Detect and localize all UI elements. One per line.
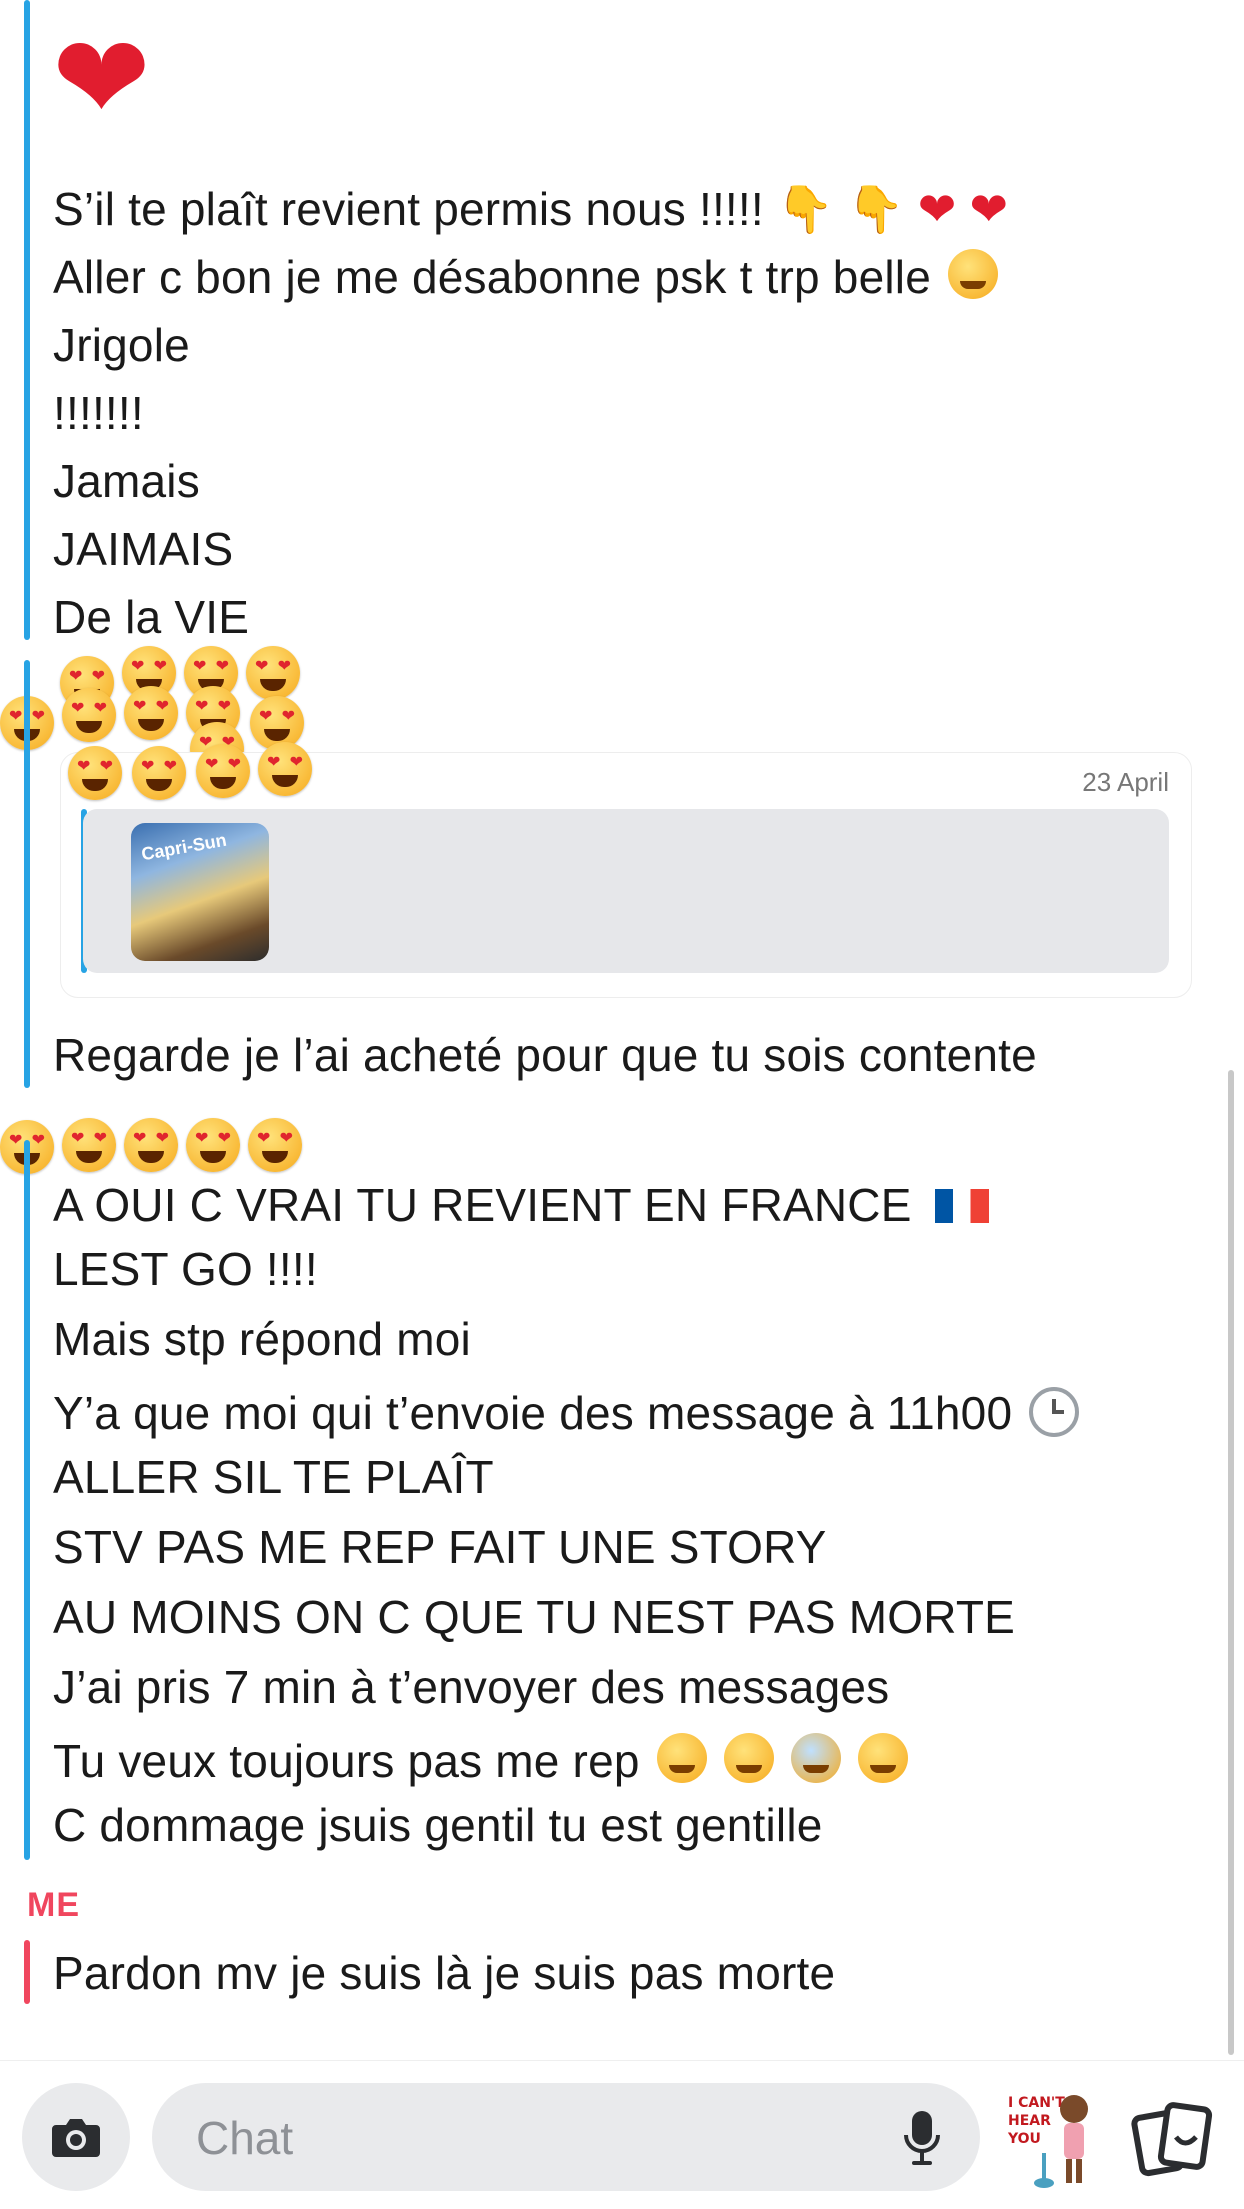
message-line: A OUI C VRAI TU REVIENT EN FRANCE xyxy=(53,1172,989,1238)
heart-eyes-icon xyxy=(196,744,250,798)
message-text: A OUI C VRAI TU REVIENT EN FRANCE xyxy=(53,1179,912,1231)
chat-thread: ❤ S’il te plaît revient permis nous !!!!… xyxy=(0,0,1244,2060)
camera-button[interactable] xyxy=(22,2083,130,2191)
heart-eyes-icon xyxy=(62,1118,116,1172)
microphone-icon[interactable] xyxy=(902,2109,942,2167)
heart-eyes-icon xyxy=(186,1118,240,1172)
heart-eyes-icon xyxy=(68,746,122,800)
heart-eyes-icon xyxy=(124,686,178,740)
message-line: S’il te plaît revient permis nous !!!!! … xyxy=(53,176,1008,242)
message-text: S’il te plaît revient permis nous !!!!! xyxy=(53,183,764,235)
thumbnail-label: Capri-Sun xyxy=(139,829,229,865)
heart-eyes-icon xyxy=(250,696,304,750)
cards-button[interactable] xyxy=(1130,2097,1214,2181)
crying-cat-icon xyxy=(723,1733,774,1783)
card-date: 23 April xyxy=(1082,767,1169,797)
message-line: ALLER SIL TE PLAÎT xyxy=(53,1451,494,1503)
hand-over-mouth-icon xyxy=(857,1733,908,1783)
point-down-icon: 👇 xyxy=(776,182,835,236)
cards-icon xyxy=(1131,2102,1213,2177)
message-line: STV PAS ME REP FAIT UNE STORY xyxy=(53,1521,827,1573)
heart-icon: ❤ xyxy=(917,182,957,236)
message-line: Mais stp répond moi xyxy=(53,1313,471,1365)
heart-icon: ❤ xyxy=(969,182,1009,236)
france-flag-icon xyxy=(934,1189,989,1223)
message-line: AU MOINS ON C QUE TU NEST PAS MORTE xyxy=(53,1591,1016,1643)
sticker-button[interactable]: I CAN'T HEAR YOU xyxy=(1002,2083,1102,2191)
message-line: !!!!!!! xyxy=(53,387,144,439)
pensive-face-icon xyxy=(656,1733,707,1783)
chat-placeholder: Chat xyxy=(196,2112,294,2164)
message-line: Jrigole xyxy=(53,319,190,371)
point-down-icon: 👇 xyxy=(847,182,905,236)
chat-input-bar: Chat I CAN'T HEAR YOU xyxy=(0,2060,1244,2209)
svg-text:YOU: YOU xyxy=(1007,2131,1041,2147)
svg-text:HEAR: HEAR xyxy=(1008,2113,1051,2129)
heart-eyes-icon xyxy=(246,646,300,700)
message-line: Aller c bon je me désabonne psk t trp be… xyxy=(53,244,998,310)
fearful-face-icon xyxy=(790,1733,841,1783)
clock-icon xyxy=(1029,1387,1080,1437)
friend-message-bar xyxy=(24,0,30,640)
smiling-face-hearts-icon xyxy=(947,249,998,299)
message-line: Regarde je l’ai acheté pour que tu sois … xyxy=(53,1029,1037,1081)
big-heart-icon: ❤ xyxy=(52,9,151,147)
me-sender-label: ME xyxy=(27,1886,80,1924)
camera-icon xyxy=(52,2119,100,2157)
message-line: Jamais xyxy=(53,455,200,507)
card-content[interactable]: Capri-Sun xyxy=(83,809,1169,973)
message-line: J’ai pris 7 min à t’envoyer des messages xyxy=(53,1661,890,1713)
message-line: Y’a que moi qui t’envoie des message à 1… xyxy=(53,1380,1080,1446)
friend-message-bar xyxy=(24,660,30,1088)
sticker-icon: I CAN'T HEAR YOU xyxy=(1007,2095,1088,2188)
message-line: Tu veux toujours pas me rep xyxy=(53,1728,908,1794)
message-line: LEST GO !!!! xyxy=(53,1243,318,1295)
message-text: Tu veux toujours pas me rep xyxy=(53,1735,640,1787)
chat-input[interactable]: Chat xyxy=(152,2083,980,2191)
heart-eyes-icon xyxy=(258,742,312,796)
svg-text:I CAN'T: I CAN'T xyxy=(1008,2095,1065,2111)
scrollbar[interactable] xyxy=(1228,1070,1234,2055)
heart-eyes-icon xyxy=(248,1118,302,1172)
message-line: C dommage jsuis gentil tu est gentille xyxy=(53,1799,823,1851)
message-text: Aller c bon je me désabonne psk t trp be… xyxy=(53,251,931,303)
message-line: De la VIE xyxy=(53,591,250,643)
my-message-bar xyxy=(24,1940,30,2004)
heart-eyes-icon xyxy=(124,1118,178,1172)
shared-image-thumbnail[interactable]: Capri-Sun xyxy=(131,823,269,961)
friend-message-bar xyxy=(24,1140,30,1860)
message-line: JAIMAIS xyxy=(53,523,234,575)
heart-eyes-icon xyxy=(132,746,186,800)
message-text: Y’a que moi qui t’envoie des message à 1… xyxy=(53,1387,1013,1439)
my-message-line: Pardon mv je suis là je suis pas morte xyxy=(53,1947,836,1999)
heart-eyes-icon xyxy=(62,688,116,742)
